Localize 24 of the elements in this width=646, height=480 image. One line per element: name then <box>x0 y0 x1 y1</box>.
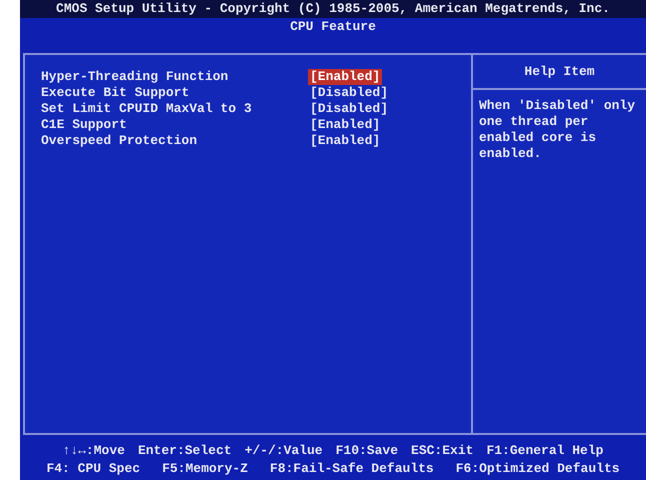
setting-label[interactable]: Execute Bit Support <box>41 85 310 101</box>
setting-label[interactable]: Overspeed Protection <box>41 133 310 149</box>
help-text: When 'Disabled' only one thread per enabled core is enabled. <box>478 97 636 162</box>
setting-label[interactable]: C1E Support <box>41 117 310 133</box>
key-hint: +/-/:Value <box>244 442 323 458</box>
key-hint: F1:General Help <box>486 442 604 458</box>
key-hint: ESC:Exit <box>411 442 474 458</box>
setting-value[interactable]: [Disabled] <box>308 85 390 101</box>
key-hint: F6:Optimized Defaults <box>456 460 620 476</box>
utility-title: CMOS Setup Utility - Copyright (C) 1985-2005, American Megatrends, Inc. <box>20 0 646 18</box>
setting-value[interactable]: [Disabled] <box>308 101 390 117</box>
page-title: CPU Feature <box>289 19 377 35</box>
setting-value[interactable]: [Enabled] <box>308 117 382 133</box>
key-hint: Enter:Select <box>138 442 232 458</box>
setting-label[interactable]: Set Limit CPUID MaxVal to 3 <box>41 101 310 117</box>
help-title: Help Item <box>473 55 646 90</box>
key-hint: F8:Fail-Safe Defaults <box>270 460 434 476</box>
key-hint: F4: CPU Spec <box>46 460 140 476</box>
key-hint: ↑↓↔:Move <box>62 442 125 458</box>
setting-value[interactable]: [Enabled] <box>308 133 382 149</box>
setting-label[interactable]: Hyper-Threading Function <box>41 69 310 85</box>
setting-value[interactable]: [Enabled] <box>308 69 382 85</box>
key-hint: F5:Memory-Z <box>162 460 248 476</box>
key-hint: F10:Save <box>336 442 398 458</box>
